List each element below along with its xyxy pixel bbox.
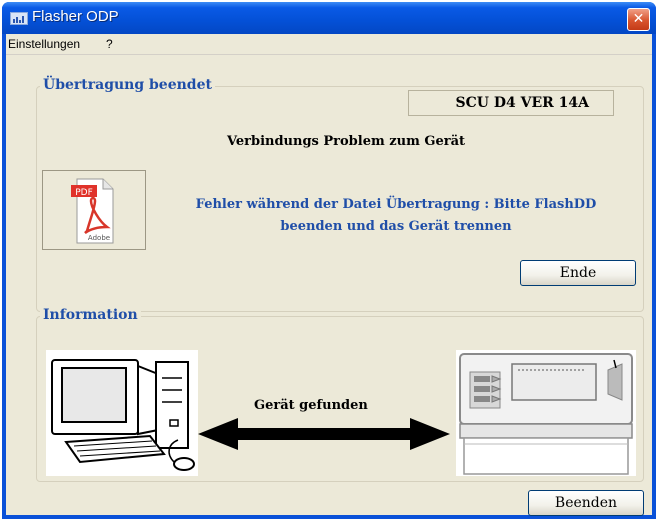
window-title: Flasher ODP [32, 8, 119, 25]
error-line-1: Fehler während der Datei Übertragung : B… [195, 197, 597, 212]
title-bar[interactable]: Flasher ODP ✕ [2, 2, 656, 34]
client-area: Einstellungen ? Übertragung beendet SCU … [6, 34, 652, 516]
quit-button[interactable]: Beenden [528, 490, 644, 516]
error-line-2: beenden und das Gerät trennen [280, 219, 512, 234]
adobe-text: Adobe [88, 234, 110, 242]
device-status-label: Gerät gefunden [254, 398, 368, 413]
pdf-badge-text: PDF [75, 188, 93, 198]
app-window: Flasher ODP ✕ Einstellungen ? Übertragun… [2, 2, 656, 519]
end-button[interactable]: Ende [520, 260, 636, 286]
computer-illustration [46, 350, 198, 476]
menu-help[interactable]: ? [106, 37, 113, 51]
transfer-group-legend: Übertragung beendet [40, 77, 215, 93]
pdf-icon: PDF Adobe [42, 170, 146, 250]
device-illustration [456, 350, 636, 476]
message-title: Verbindungs Problem zum Gerät [226, 134, 466, 149]
information-group-legend: Information [40, 307, 141, 323]
menu-einstellungen[interactable]: Einstellungen [8, 37, 80, 51]
version-field: SCU D4 VER 14A [408, 90, 614, 116]
app-icon [10, 12, 28, 25]
error-message: Fehler während der Datei Übertragung : B… [156, 194, 636, 238]
close-button[interactable]: ✕ [627, 8, 650, 31]
connection-arrow [198, 416, 450, 452]
menu-bar: Einstellungen ? [6, 34, 652, 55]
